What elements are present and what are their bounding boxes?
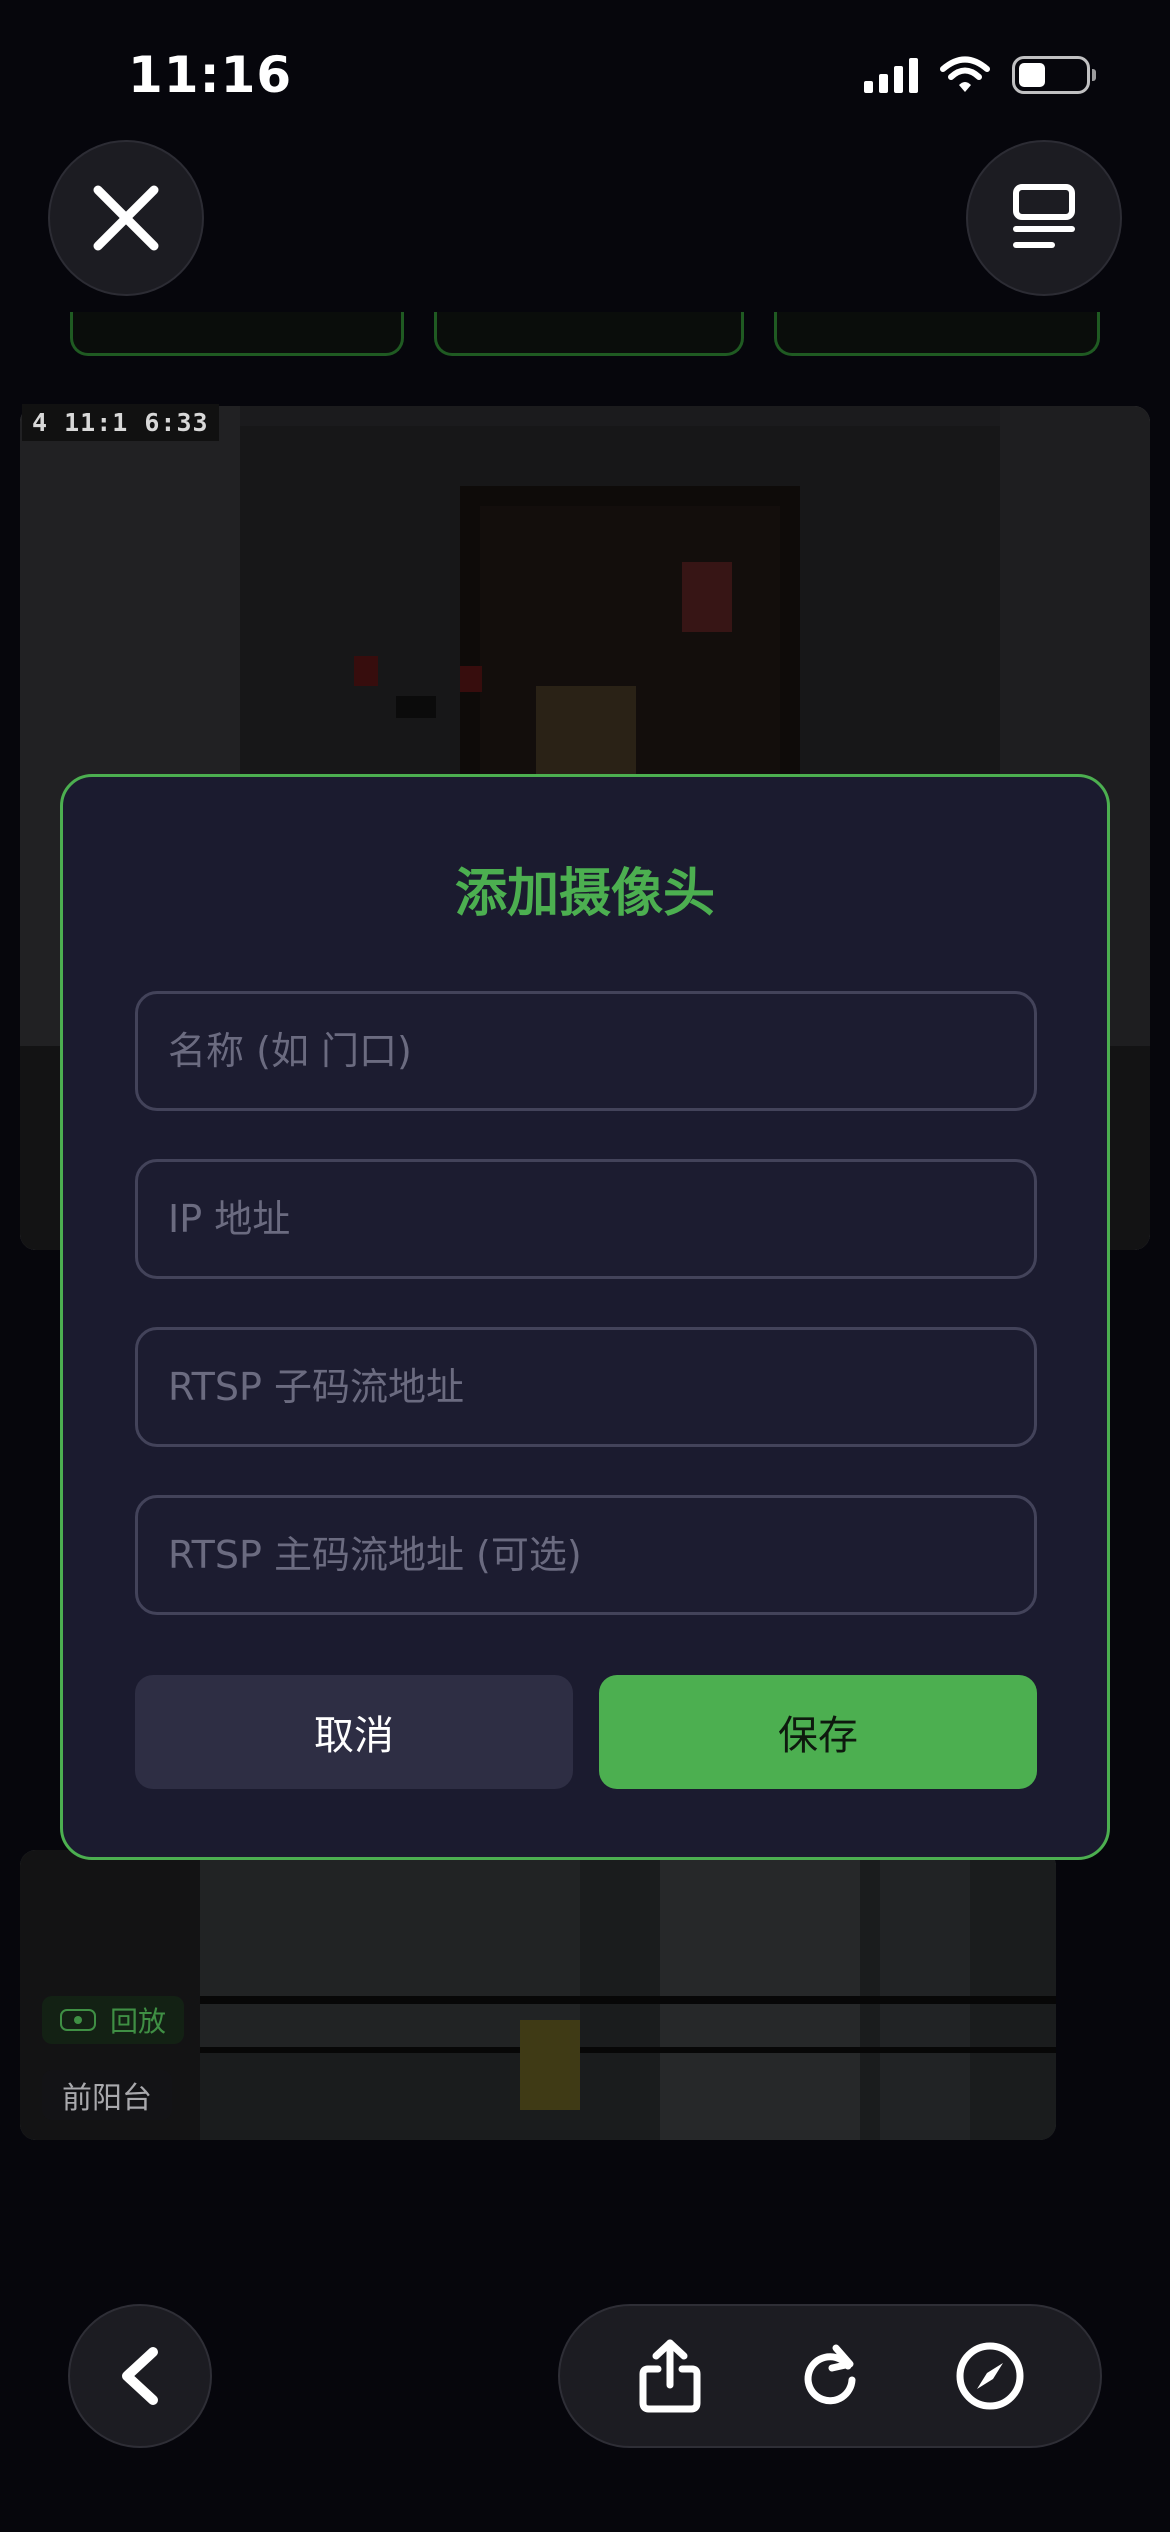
rtsp-main-stream-input[interactable] <box>135 1495 1037 1615</box>
battery-icon <box>1012 56 1096 94</box>
video-icon <box>60 2009 96 2031</box>
status-icons <box>864 56 1096 94</box>
camera-tab-1[interactable] <box>70 312 404 356</box>
cellular-signal-icon <box>864 57 918 93</box>
ip-address-input[interactable] <box>135 1159 1037 1279</box>
rtsp-sub-stream-input[interactable] <box>135 1327 1037 1447</box>
app-screen: 11:16 4 11:1 6:33 回放 前阳台 添加摄像头 名称 (如 门口)… <box>0 0 1170 2532</box>
modal-title: 添加摄像头 <box>454 864 715 924</box>
cancel-button[interactable]: 取消 <box>135 1675 573 1789</box>
camera-tab-3[interactable] <box>774 312 1100 356</box>
camera-name-input[interactable] <box>135 991 1037 1111</box>
modal-dim-overlay-bottom <box>20 1850 1056 2140</box>
browser-toolbar <box>558 2304 1102 2448</box>
reload-button[interactable] <box>785 2331 875 2421</box>
camera-tab-2[interactable] <box>434 312 744 356</box>
status-time: 11:16 <box>128 46 293 104</box>
compass-button[interactable] <box>945 2331 1035 2421</box>
save-button[interactable]: 保存 <box>599 1675 1037 1789</box>
camera-feed-bottom[interactable] <box>20 1850 1056 2140</box>
reload-icon <box>804 2344 856 2405</box>
share-icon <box>639 2339 701 2413</box>
compass-icon <box>956 2342 1024 2410</box>
replay-badge[interactable]: 回放 <box>42 1996 185 2044</box>
list-icon <box>1013 184 1075 248</box>
chevron-left-icon <box>122 2347 158 2405</box>
close-icon <box>93 185 159 251</box>
replay-label: 回放 <box>110 2005 167 2038</box>
add-camera-modal: 添加摄像头 取消 保存 <box>60 774 1110 1860</box>
menu-button[interactable] <box>966 140 1122 296</box>
close-button[interactable] <box>48 140 204 296</box>
wifi-icon <box>940 56 990 92</box>
back-button[interactable] <box>68 2304 212 2448</box>
share-button[interactable] <box>625 2331 715 2421</box>
camera-name-badge: 前阳台 <box>42 2070 172 2120</box>
osd-timestamp: 4 11:1 6:33 <box>22 404 219 441</box>
